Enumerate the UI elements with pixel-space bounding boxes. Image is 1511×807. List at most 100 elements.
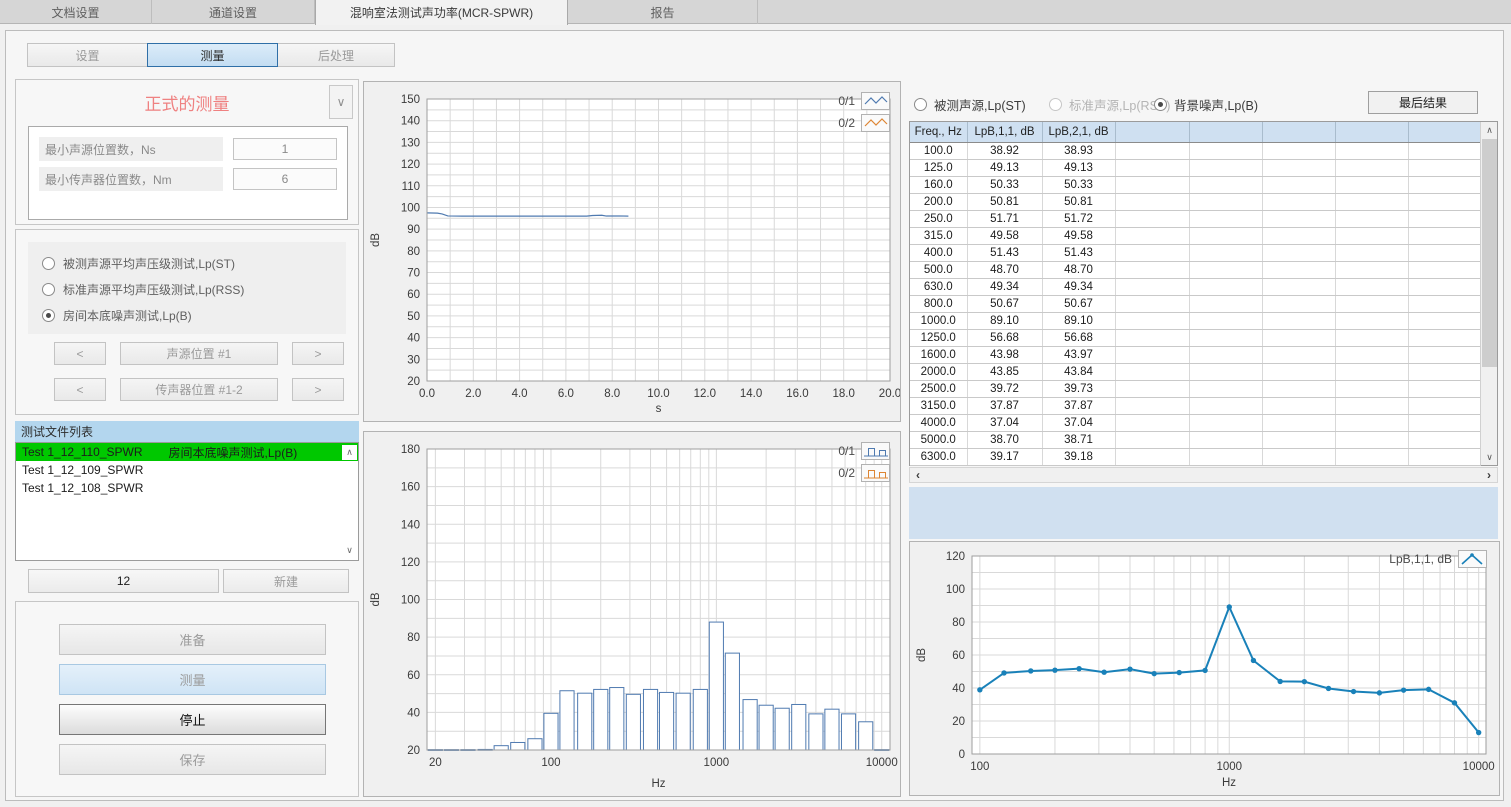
table-row[interactable]: 4000.037.0437.04 [910, 414, 1480, 431]
table-cell [1262, 431, 1335, 448]
time-history-chart: 20304050607080901001101201301401500.02.0… [364, 82, 900, 421]
table-row[interactable]: 2500.039.7239.73 [910, 380, 1480, 397]
radio-lp-st[interactable]: 被测声源平均声压级测试,Lp(ST) [42, 254, 235, 272]
tab-mcr-spwr[interactable]: 混响室法测试声功率(MCR-SPWR) [315, 0, 568, 25]
table-row[interactable]: 2000.043.8543.84 [910, 363, 1480, 380]
new-button[interactable]: 新建 [223, 569, 349, 593]
bars-legend-icon[interactable] [861, 464, 890, 482]
scroll-up-icon[interactable]: ∧ [342, 445, 357, 460]
table-row[interactable]: 5000.038.7038.71 [910, 431, 1480, 448]
table-row[interactable]: 3150.037.8737.87 [910, 397, 1480, 414]
scroll-up-icon[interactable]: ∧ [1481, 122, 1498, 138]
table-row[interactable]: 500.048.7048.70 [910, 261, 1480, 278]
column-header[interactable] [1335, 122, 1408, 142]
table-cell: 500.0 [910, 261, 967, 278]
table-row[interactable]: 125.049.1349.13 [910, 159, 1480, 176]
list-item[interactable]: Test 1_12_109_SPWR [16, 461, 358, 479]
table-cell [1408, 380, 1480, 397]
table-row[interactable]: 800.050.6750.67 [910, 295, 1480, 312]
final-result-button[interactable]: 最后结果 [1368, 91, 1478, 114]
subtab-postprocess[interactable]: 后处理 [277, 43, 395, 67]
source-prev-button[interactable]: < [54, 342, 106, 365]
table-cell [1115, 448, 1189, 465]
table-row[interactable]: 200.050.8150.81 [910, 193, 1480, 210]
scroll-right-icon[interactable]: › [1481, 468, 1497, 482]
scroll-down-icon[interactable]: ∨ [1481, 449, 1498, 465]
source-next-button[interactable]: > [292, 342, 344, 365]
mic-prev-button[interactable]: < [54, 378, 106, 401]
scroll-left-icon[interactable]: ‹ [910, 468, 926, 482]
table-cell [1189, 193, 1262, 210]
table-cell: 56.68 [1042, 329, 1115, 346]
tab-channel-settings[interactable]: 通道设置 [152, 0, 315, 24]
table-cell [1335, 329, 1408, 346]
svg-text:14.0: 14.0 [740, 388, 762, 400]
ns-input[interactable]: 1 [233, 138, 337, 160]
table-cell [1408, 159, 1480, 176]
column-header[interactable] [1115, 122, 1189, 142]
table-cell [1262, 295, 1335, 312]
column-header[interactable]: LpB,1,1, dB [967, 122, 1042, 142]
table-cell [1189, 397, 1262, 414]
radio-circle-icon [1049, 98, 1062, 111]
table-row[interactable]: 100.038.9238.93 [910, 142, 1480, 159]
line-legend-icon[interactable] [861, 92, 890, 110]
table-vertical-scrollbar[interactable]: ∧ ∨ [1480, 122, 1497, 465]
table-cell: 89.10 [1042, 312, 1115, 329]
prepare-button[interactable]: 准备 [59, 624, 326, 655]
radio-lp-b[interactable]: 房间本底噪声测试,Lp(B) [42, 306, 192, 324]
mode-combobox-value[interactable]: 正式的测量 [16, 80, 358, 124]
svg-text:110: 110 [402, 181, 420, 193]
line-legend-icon[interactable] [861, 114, 890, 132]
column-header[interactable]: LpB,2,1, dB [1042, 122, 1115, 142]
svg-text:16.0: 16.0 [786, 388, 808, 400]
table-horizontal-scrollbar[interactable]: ‹ › [909, 467, 1498, 483]
peak-legend-icon[interactable] [1458, 550, 1487, 568]
result-radio-lp-b[interactable]: 背景噪声,Lp(B) [1154, 95, 1258, 113]
column-header[interactable] [1262, 122, 1335, 142]
count-button[interactable]: 12 [28, 569, 219, 593]
table-cell [1262, 142, 1335, 159]
table-row[interactable]: 1250.056.6856.68 [910, 329, 1480, 346]
scrollbar-thumb[interactable] [1482, 139, 1497, 367]
tab-report[interactable]: 报告 [568, 0, 758, 24]
source-position-button[interactable]: 声源位置 #1 [120, 342, 278, 365]
stop-button[interactable]: 停止 [59, 704, 326, 735]
mic-position-button[interactable]: 传声器位置 #1-2 [120, 378, 278, 401]
nm-input[interactable]: 6 [233, 168, 337, 190]
table-cell: 39.72 [967, 380, 1042, 397]
subtab-measure[interactable]: 测量 [147, 43, 278, 67]
list-item[interactable]: Test 1_12_110_SPWR房间本底噪声测试,Lp(B) [16, 443, 358, 461]
table-cell [1262, 193, 1335, 210]
table-cell: 50.67 [1042, 295, 1115, 312]
table-row[interactable]: 630.049.3449.34 [910, 278, 1480, 295]
result-radio-lp-rss[interactable]: 标准声源,Lp(RSS) [1049, 95, 1170, 113]
result-radio-lp-st[interactable]: 被测声源,Lp(ST) [914, 95, 1026, 113]
table-row[interactable]: 1600.043.9843.97 [910, 346, 1480, 363]
column-header[interactable]: Freq., Hz [910, 122, 967, 142]
radio-circle-icon [1154, 98, 1167, 111]
table-cell [1189, 380, 1262, 397]
test-file-list[interactable]: Test 1_12_110_SPWR房间本底噪声测试,Lp(B)Test 1_1… [15, 442, 359, 561]
table-row[interactable]: 6300.039.1739.18 [910, 448, 1480, 465]
table-row[interactable]: 160.050.3350.33 [910, 176, 1480, 193]
list-item[interactable]: Test 1_12_108_SPWR [16, 479, 358, 497]
chevron-down-icon[interactable]: ∨ [329, 85, 353, 119]
scroll-down-icon[interactable]: ∨ [342, 543, 357, 558]
column-header[interactable] [1408, 122, 1480, 142]
tab-document-settings[interactable]: 文档设置 [0, 0, 152, 24]
measure-button[interactable]: 测量 [59, 664, 326, 695]
table-row[interactable]: 1000.089.1089.10 [910, 312, 1480, 329]
table-row[interactable]: 250.051.7151.72 [910, 210, 1480, 227]
radio-lp-rss[interactable]: 标准声源平均声压级测试,Lp(RSS) [42, 280, 244, 298]
svg-text:20: 20 [407, 745, 420, 757]
table-row[interactable]: 400.051.4351.43 [910, 244, 1480, 261]
bars-legend-icon[interactable] [861, 442, 890, 460]
table-cell [1408, 142, 1480, 159]
frequency-table[interactable]: Freq., HzLpB,1,1, dBLpB,2,1, dB 100.038.… [910, 122, 1481, 466]
save-button[interactable]: 保存 [59, 744, 326, 775]
subtab-setup[interactable]: 设置 [27, 43, 148, 67]
mic-next-button[interactable]: > [292, 378, 344, 401]
table-row[interactable]: 315.049.5849.58 [910, 227, 1480, 244]
column-header[interactable] [1189, 122, 1262, 142]
